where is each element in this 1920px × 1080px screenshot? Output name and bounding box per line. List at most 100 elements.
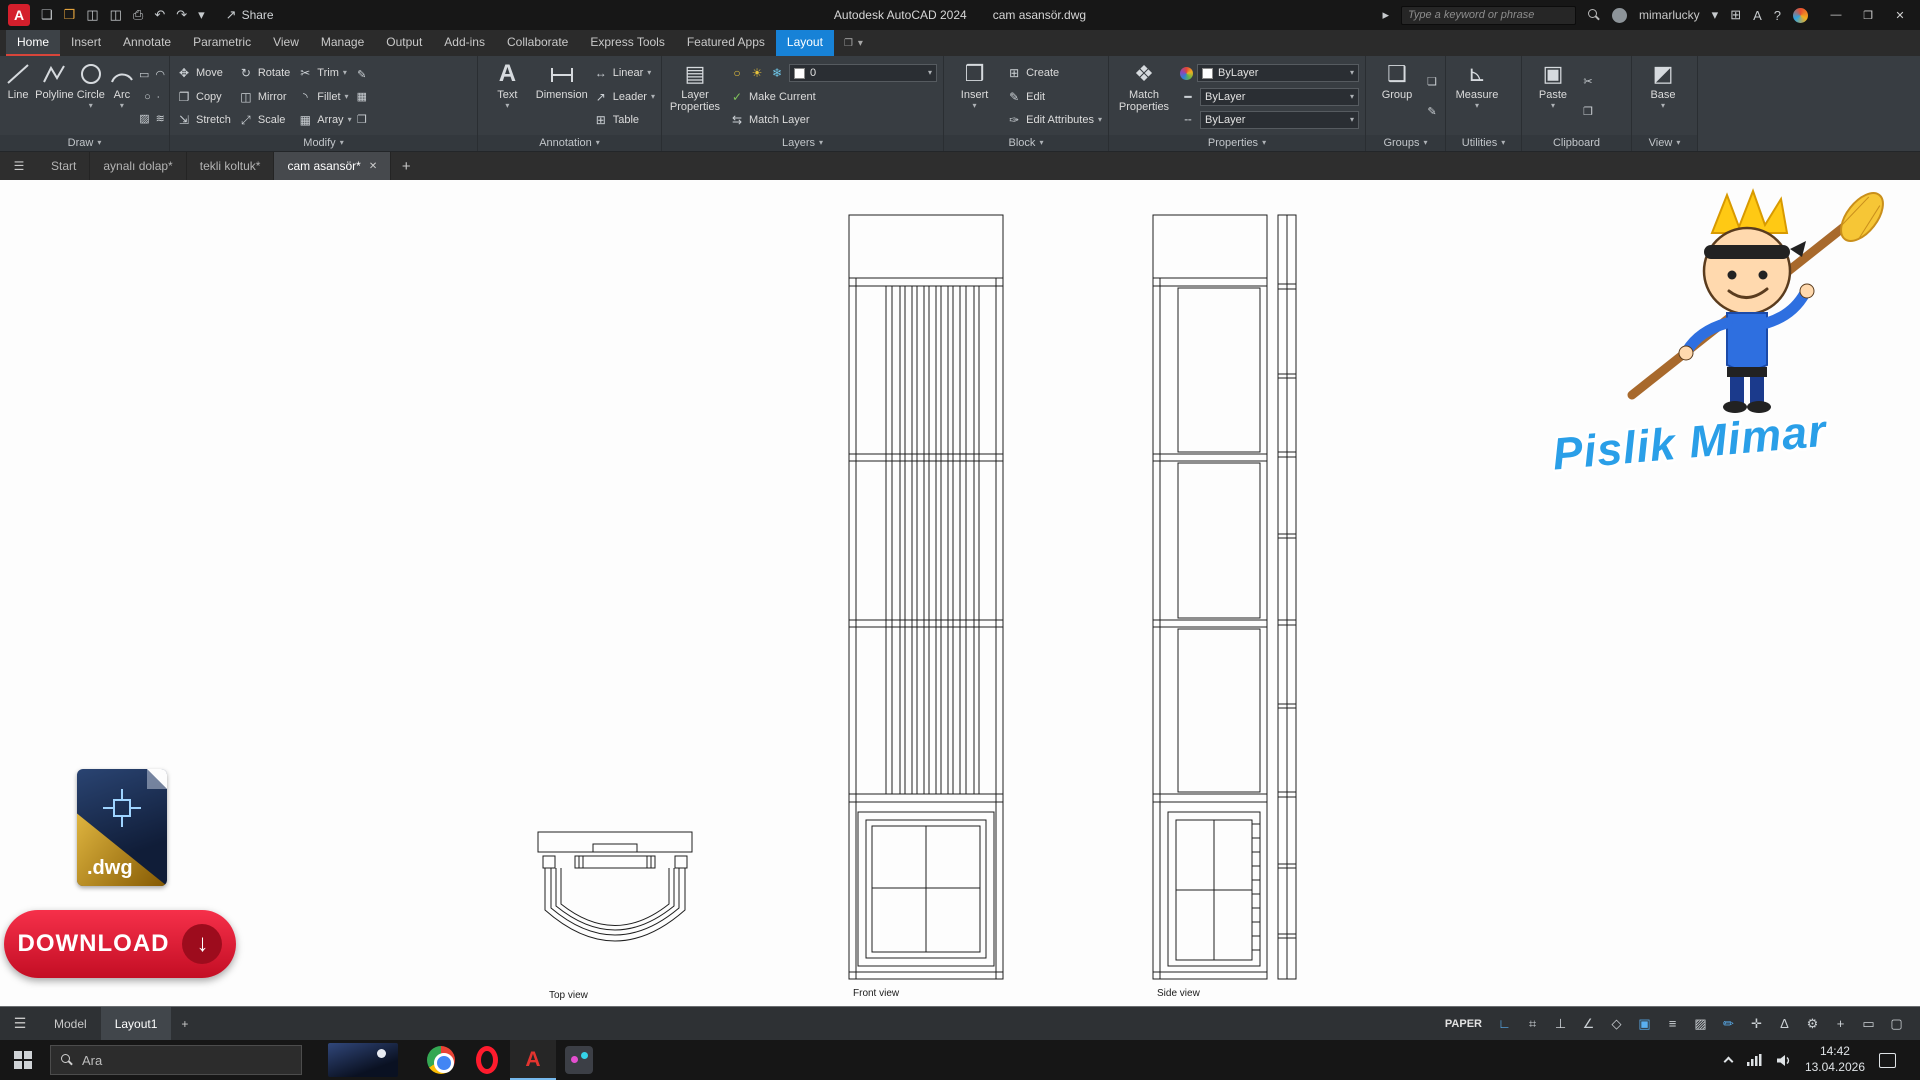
save-as-icon[interactable]: ◫ (110, 7, 122, 23)
share-button[interactable]: ↗ Share (226, 7, 274, 23)
properties-panel-footer[interactable]: Properties ▾ (1109, 135, 1365, 151)
group-button[interactable]: ❑ Group (1370, 58, 1424, 135)
hatch-icon[interactable]: ▨ (139, 112, 149, 125)
ungroup-icon[interactable]: ❏ (1427, 75, 1437, 88)
circle-button[interactable]: Circle ▾ (77, 58, 105, 135)
save-icon[interactable]: ◫ (86, 7, 98, 23)
move-button[interactable]: ✥Move (176, 64, 231, 83)
copy-clip-icon[interactable]: ❐ (1583, 105, 1593, 118)
block-panel-footer[interactable]: Block ▾ (944, 135, 1108, 151)
speaker-icon[interactable] (1776, 1054, 1791, 1067)
layer-freeze-icon[interactable]: ❄ (769, 66, 785, 80)
create-block-button[interactable]: ⊞Create (1006, 64, 1102, 83)
photo-thumbnail[interactable] (328, 1043, 398, 1077)
array-button[interactable]: ▦Array▾ (297, 111, 351, 130)
open-file-icon[interactable]: ❒ (64, 7, 76, 23)
units-icon[interactable]: ▭ (1855, 1012, 1882, 1036)
ribbon-tab-insert[interactable]: Insert (60, 30, 112, 56)
dimension-button[interactable]: Dimension (536, 58, 588, 135)
ribbon-tab-collaborate[interactable]: Collaborate (496, 30, 579, 56)
layer-thaw-icon[interactable]: ☀ (749, 66, 765, 80)
clock[interactable]: 14:42 13.04.2026 (1805, 1044, 1865, 1075)
network-icon[interactable] (1746, 1054, 1762, 1066)
linetype-combo[interactable]: ByLayer ▾ (1200, 111, 1359, 129)
fillet-button[interactable]: ◝Fillet▾ (297, 87, 351, 106)
clean-screen-icon[interactable]: ▢ (1883, 1012, 1910, 1036)
point-icon[interactable]: ∙ (157, 91, 160, 103)
ribbon-collapse-control[interactable]: ❐ ▾ (834, 30, 873, 56)
plot-icon[interactable]: ⎙ (133, 7, 143, 23)
action-center-icon[interactable] (1879, 1053, 1896, 1068)
minimize-button[interactable]: — (1820, 3, 1852, 27)
edit-attributes-button[interactable]: ✑Edit Attributes▾ (1006, 111, 1102, 130)
trim-button[interactable]: ✂Trim▾ (297, 64, 351, 83)
opera-taskbar-icon[interactable] (464, 1040, 510, 1080)
isodraft-icon[interactable]: ◇ (1603, 1012, 1630, 1036)
annotation-panel-footer[interactable]: Annotation ▾ (478, 135, 661, 151)
rectangle-icon[interactable]: ▭ (139, 68, 149, 81)
table-button[interactable]: ⊞Table (593, 111, 655, 130)
text-button[interactable]: A Text ▾ (482, 58, 533, 135)
ribbon-tab-featured-apps[interactable]: Featured Apps (676, 30, 776, 56)
match-properties-button[interactable]: ❖ Match Properties (1113, 58, 1175, 135)
autocad-taskbar-icon[interactable]: A (510, 1040, 556, 1080)
linear-button[interactable]: ↔Linear▾ (593, 64, 655, 83)
rotate-button[interactable]: ↻Rotate (238, 64, 290, 83)
arc-dropdown-icon[interactable]: ▾ (120, 102, 124, 110)
paper-space-indicator[interactable]: PAPER (1445, 1018, 1482, 1030)
ribbon-tab-manage[interactable]: Manage (310, 30, 375, 56)
assistant-icon[interactable] (1793, 8, 1808, 23)
match-layer-button[interactable]: ⇆ Match Layer (729, 111, 937, 130)
mirror-button[interactable]: ◫Mirror (238, 87, 290, 106)
tray-overflow-icon[interactable] (1723, 1057, 1733, 1067)
explode-icon[interactable]: ▦ (357, 90, 367, 103)
ribbon-tab-annotate[interactable]: Annotate (112, 30, 182, 56)
workspace-gear-icon[interactable]: ⚙ (1799, 1012, 1826, 1036)
make-current-button[interactable]: ✓ Make Current (729, 87, 937, 106)
scale-button[interactable]: ⤢Scale (238, 111, 290, 130)
new-layout-button[interactable]: + (171, 1007, 198, 1040)
signed-in-user[interactable]: mimarlucky (1639, 8, 1700, 22)
misc-app-taskbar-icon[interactable] (556, 1040, 602, 1080)
new-file-icon[interactable]: ❑ (41, 7, 53, 23)
user-dropdown-icon[interactable]: ▾ (1712, 7, 1719, 23)
lineweight-combo[interactable]: ByLayer ▾ (1200, 88, 1359, 106)
copy-button[interactable]: ❐Copy (176, 87, 231, 106)
line-button[interactable]: Line (4, 58, 32, 135)
paste-button[interactable]: ▣ Paste ▾ (1526, 58, 1580, 135)
transparency-icon[interactable]: ▨ (1687, 1012, 1714, 1036)
search-icon[interactable] (1588, 9, 1600, 21)
layout1-tab[interactable]: Layout1 (101, 1007, 172, 1040)
layer-on-icon[interactable]: ○ (729, 66, 745, 80)
file-tab-tekli-koltuk[interactable]: tekli koltuk* (187, 152, 275, 180)
measure-button[interactable]: ⊾ Measure ▾ (1450, 58, 1504, 135)
close-button[interactable]: ✕ (1884, 3, 1916, 27)
keyword-search-input[interactable]: Type a keyword or phrase (1401, 6, 1576, 25)
layers-panel-footer[interactable]: Layers ▾ (662, 135, 943, 151)
undo-icon[interactable]: ↶ (154, 7, 165, 23)
cut-icon[interactable]: ✂ (1583, 75, 1592, 88)
draw-panel-footer[interactable]: Draw ▾ (0, 135, 169, 151)
snap-icon[interactable]: ∟ (1491, 1012, 1518, 1036)
restore-button[interactable]: ❐ (1852, 3, 1884, 27)
layer-select-combo[interactable]: 0 ▾ (789, 64, 937, 82)
insert-button[interactable]: ❒ Insert ▾ (948, 58, 1001, 135)
osnap-icon[interactable]: ▣ (1631, 1012, 1658, 1036)
utilities-panel-footer[interactable]: Utilities ▾ (1446, 135, 1521, 151)
download-button[interactable]: DOWNLOAD ↓ (4, 910, 236, 978)
file-tab-cam-asansor[interactable]: cam asansör* ✕ (274, 152, 391, 180)
edit-block-button[interactable]: ✎Edit (1006, 87, 1102, 106)
leader-button[interactable]: ↗Leader▾ (593, 87, 655, 106)
object-color-combo[interactable]: ByLayer ▾ (1197, 64, 1359, 82)
offset-icon[interactable]: ❐ (357, 113, 367, 126)
taskbar-search-input[interactable]: Ara (50, 1045, 302, 1075)
layout-tabs-menu-icon[interactable]: ☰ (0, 1007, 40, 1040)
modify-panel-footer[interactable]: Modify ▾ (170, 135, 477, 151)
lineweight-display-icon[interactable]: ≡ (1659, 1012, 1686, 1036)
group-edit-icon[interactable]: ✎ (1427, 105, 1436, 118)
arc-button[interactable]: Arc ▾ (108, 58, 136, 135)
dynamic-ucs-icon[interactable]: ✛ (1743, 1012, 1770, 1036)
base-button[interactable]: ◩ Base ▾ (1636, 58, 1690, 135)
ortho-icon[interactable]: ⊥ (1547, 1012, 1574, 1036)
search-expand-icon[interactable]: ▸ (1382, 7, 1389, 23)
